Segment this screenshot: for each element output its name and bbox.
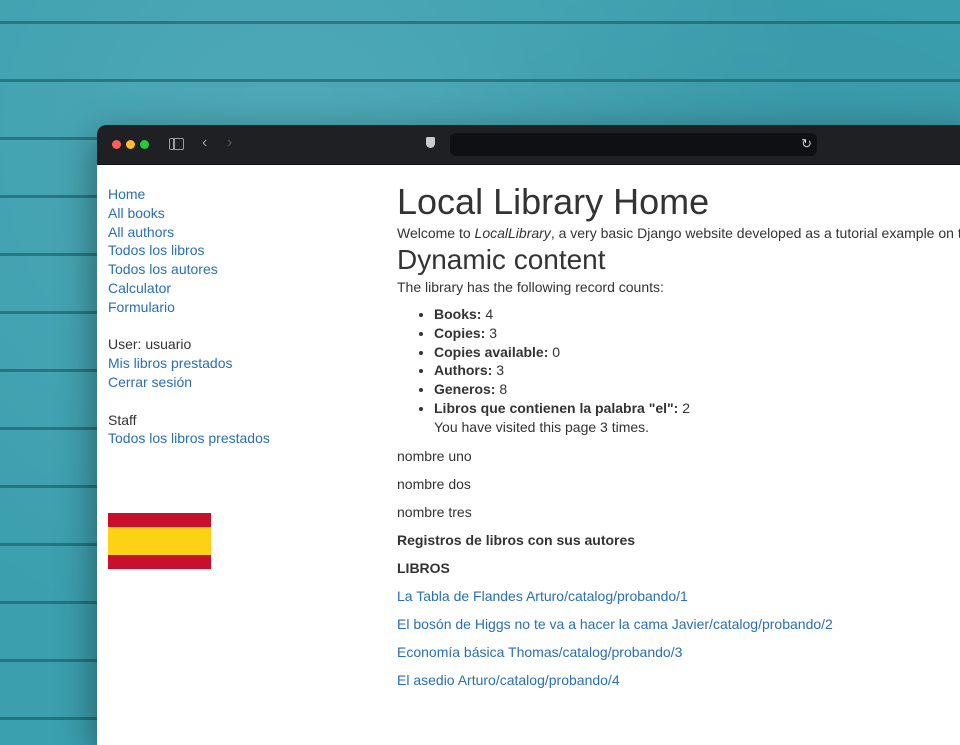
dynamic-content-heading: Dynamic content [397,244,606,275]
libros-heading: LIBROS [397,559,450,576]
name-item: nombre tres [397,503,472,520]
sidebar-link-cerrar-sesion[interactable]: Cerrar sesión [108,373,368,392]
name-item: nombre dos [397,475,471,492]
sidebar-link-todos-los-libros-prestados[interactable]: Todos los libros prestados [108,429,368,448]
page-title: Local Library Home [397,181,710,222]
list-item: Generos: 8 [434,380,960,399]
book-link[interactable]: Economía básica Thomas/catalog/probando/… [397,643,960,661]
sidebar-link-todos-los-autores[interactable]: Todos los autores [108,260,368,279]
page-content: Home All books All authors Todos los lib… [97,165,960,745]
book-link[interactable]: El asedio Arturo/catalog/probando/4 [397,671,960,689]
list-item: Libros que contienen la palabra "el": 2 [434,399,960,418]
sidebar-link-todos-los-libros[interactable]: Todos los libros [108,241,368,260]
name-item: nombre uno [397,447,472,464]
book-link[interactable]: El bosón de Higgs no te va a hacer la ca… [397,615,960,633]
sidebar-icon[interactable] [169,138,184,150]
browser-window: ‹ › ↻ Home All books All authors Todos l… [97,125,960,745]
shield-icon[interactable] [426,137,435,148]
list-item: Books: 4 [434,305,960,324]
address-bar[interactable]: ↻ [450,133,817,156]
spain-flag-icon[interactable] [108,513,211,569]
staff-label: Staff [108,411,137,428]
sidebar-link-all-books[interactable]: All books [108,204,368,223]
sidebar-link-all-authors[interactable]: All authors [108,223,368,242]
list-item: Authors: 3 [434,361,960,380]
site-name: LocalLibrary [474,225,551,241]
list-item: Copies available: 0 [434,343,960,362]
sidebar-link-home[interactable]: Home [108,185,368,204]
record-counts-list: Books: 4 Copies: 3 Copies available: 0 A… [397,305,960,418]
reload-icon[interactable]: ↻ [801,136,812,152]
minimize-window-button[interactable] [126,140,135,149]
registros-heading: Registros de libros con sus autores [397,531,636,548]
zoom-window-button[interactable] [140,140,149,149]
list-item: Copies: 3 [434,324,960,343]
sidebar-link-formulario[interactable]: Formulario [108,298,368,317]
back-icon[interactable]: ‹ [202,134,207,152]
browser-titlebar: ‹ › ↻ [97,125,960,165]
user-label: User: usuario [108,336,192,353]
sidebar-nav: Home All books All authors Todos los lib… [108,185,368,448]
main-content: Local Library Home Welcome to LocalLibra… [397,181,960,689]
visit-counter: You have visited this page 3 times. [434,418,650,435]
book-link[interactable]: La Tabla de Flandes Arturo/catalog/proba… [397,587,960,605]
counts-intro: The library has the following record cou… [397,279,664,295]
forward-icon[interactable]: › [227,134,232,152]
close-window-button[interactable] [112,140,121,149]
welcome-text: Welcome to LocalLibrary, a very basic Dj… [397,225,960,241]
sidebar-link-mis-libros-prestados[interactable]: Mis libros prestados [108,354,368,373]
sidebar-link-calculator[interactable]: Calculator [108,279,368,298]
